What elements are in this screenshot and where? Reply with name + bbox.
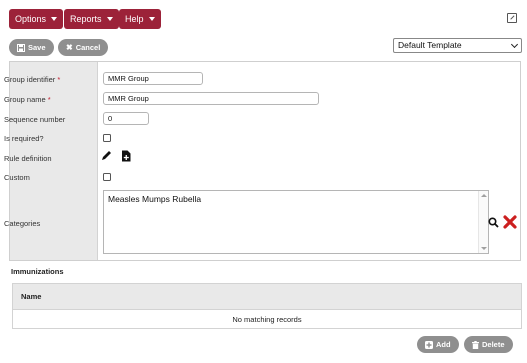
- group-name-input[interactable]: MMR Group: [103, 92, 319, 105]
- add-button[interactable]: Add: [417, 336, 459, 353]
- group-identifier-label: Group identifier *: [4, 75, 61, 84]
- empty-table-message: No matching records: [232, 315, 302, 324]
- sequence-number-label: Sequence number: [4, 115, 66, 124]
- sequence-number-input[interactable]: 0: [103, 112, 149, 125]
- chevron-down-icon: [106, 17, 113, 21]
- cancel-label: Cancel: [75, 43, 101, 52]
- reports-menu-label: Reports: [70, 14, 102, 24]
- file-add-icon[interactable]: [121, 150, 131, 162]
- immunizations-title: Immunizations: [11, 267, 64, 276]
- categories-textarea[interactable]: Measles Mumps Rubella: [103, 190, 489, 254]
- pencil-icon[interactable]: [101, 150, 112, 161]
- save-label: Save: [28, 43, 46, 52]
- help-menu-label: Help: [125, 14, 144, 24]
- group-name-label: Group name *: [4, 95, 51, 104]
- is-required-label: Is required?: [4, 134, 44, 143]
- is-required-checkbox[interactable]: [103, 134, 111, 142]
- scroll-up-icon[interactable]: [481, 194, 487, 197]
- save-button[interactable]: Save: [9, 39, 54, 56]
- template-select[interactable]: Default Template: [393, 38, 522, 53]
- custom-checkbox[interactable]: [103, 173, 111, 181]
- add-label: Add: [436, 340, 451, 349]
- cancel-button[interactable]: ✖ Cancel: [58, 39, 109, 56]
- save-icon: [17, 43, 25, 52]
- immunizations-table: Name No matching records: [12, 283, 522, 329]
- plus-icon: [425, 340, 433, 349]
- categories-value: Measles Mumps Rubella: [108, 194, 202, 204]
- cancel-icon: ✖: [66, 43, 73, 52]
- group-identifier-input[interactable]: MMR Group: [103, 72, 203, 85]
- help-menu-button[interactable]: Help: [119, 9, 161, 29]
- custom-label: Custom: [4, 173, 30, 182]
- delete-button[interactable]: Delete: [464, 336, 513, 353]
- chevron-down-icon: [148, 17, 155, 21]
- textarea-scrollbar[interactable]: [478, 191, 488, 253]
- remove-icon[interactable]: [503, 215, 517, 229]
- scroll-down-icon[interactable]: [481, 247, 487, 250]
- search-icon[interactable]: [488, 217, 499, 228]
- rule-definition-label: Rule definition: [4, 154, 52, 163]
- options-menu-button[interactable]: Options: [9, 9, 64, 29]
- chevron-down-icon: [51, 17, 58, 21]
- options-menu-label: Options: [15, 14, 47, 24]
- popout-icon[interactable]: [507, 13, 517, 23]
- delete-label: Delete: [482, 340, 505, 349]
- categories-label: Categories: [4, 219, 41, 228]
- chevron-down-icon: [510, 40, 519, 49]
- name-column-header[interactable]: Name: [13, 284, 521, 310]
- trash-icon: [472, 340, 479, 349]
- template-select-value: Default Template: [398, 40, 462, 50]
- reports-menu-button[interactable]: Reports: [64, 9, 119, 29]
